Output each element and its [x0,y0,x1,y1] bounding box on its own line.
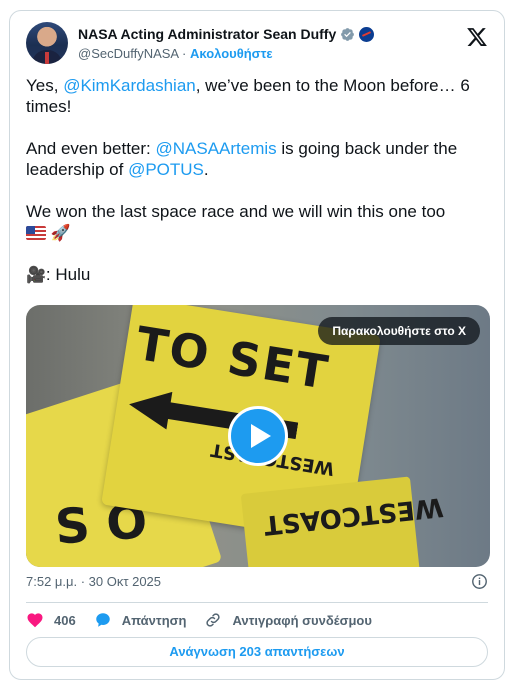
read-replies-button[interactable]: Ανάγνωση 203 απαντήσεων [26,637,488,667]
author-handle-row: @SecDuffyNASA · Ακολουθήστε [78,46,273,61]
text-fragment: Yes, [26,76,64,95]
movie-camera-icon: 🎥 [26,265,46,284]
mention-nasaartemis[interactable]: @NASAArtemis [155,139,276,158]
text-fragment: . [203,160,209,179]
tweet-paragraph-1: Yes, @KimKardashian, we’ve been to the M… [26,75,490,117]
copy-link-action[interactable]: Αντιγραφή συνδέσμου [204,611,372,629]
us-flag-icon [26,226,46,240]
verified-badge-icon [341,27,355,41]
divider [26,602,488,603]
copy-link-label: Αντιγραφή συνδέσμου [232,612,372,628]
link-icon [206,613,221,627]
avatar-tie [45,52,49,64]
mention-kimkardashian[interactable]: @KimKardashian [63,76,196,95]
text-fragment: And even better: [26,139,156,158]
like-action[interactable]: 406 [26,611,76,629]
video-thumbnail[interactable]: S O TO SET WESTCOAST WESTCOAST Παρακολου… [26,305,490,567]
tweet-paragraph-3: We won the last space race and we will w… [26,201,490,243]
tweet-text: Yes, @KimKardashian, we’ve been to the M… [26,75,490,306]
author-name[interactable]: NASA Acting Administrator Sean Duffy [78,26,336,42]
reply-bubble-icon [95,613,110,627]
tweet-header: NASA Acting Administrator Sean Duffy @Se… [26,21,488,65]
sign-text-3: WESTCOAST [262,491,445,540]
tweet-paragraph-4: 🎥: Hulu [26,264,490,285]
rocket-icon: 🚀 [50,223,71,242]
text-fragment: We won the last space race and we will w… [26,202,446,221]
action-bar: 406 Απάντηση Αντιγραφή συνδέσμου [26,610,390,630]
author-handle[interactable]: @SecDuffyNASA [78,46,178,61]
tweet-card: NASA Acting Administrator Sean Duffy @Se… [9,10,505,680]
like-count: 406 [54,612,76,628]
author-name-row: NASA Acting Administrator Sean Duffy [78,26,375,42]
tweet-timestamp[interactable]: 7:52 μ.μ. · 30 Οκτ 2025 [26,574,161,589]
play-button-icon[interactable] [228,406,288,466]
text-fragment: : Hulu [45,265,91,284]
x-logo-icon[interactable] [466,26,488,48]
handle-separator: · [182,46,187,61]
sign-text-1: TO SET [132,316,334,400]
heart-icon [27,613,43,628]
tweet-paragraph-2: And even better: @NASAArtemis is going b… [26,138,490,180]
avatar[interactable] [26,22,68,64]
reply-label: Απάντηση [121,612,187,628]
mention-potus[interactable]: @POTUS [128,160,204,179]
info-icon[interactable] [471,573,488,590]
reply-action[interactable]: Απάντηση [94,611,187,629]
watch-on-x-button[interactable]: Παρακολουθήστε στο X [318,317,480,345]
nasa-affiliate-badge-icon [359,26,375,42]
follow-button[interactable]: Ακολουθήστε [190,46,273,61]
